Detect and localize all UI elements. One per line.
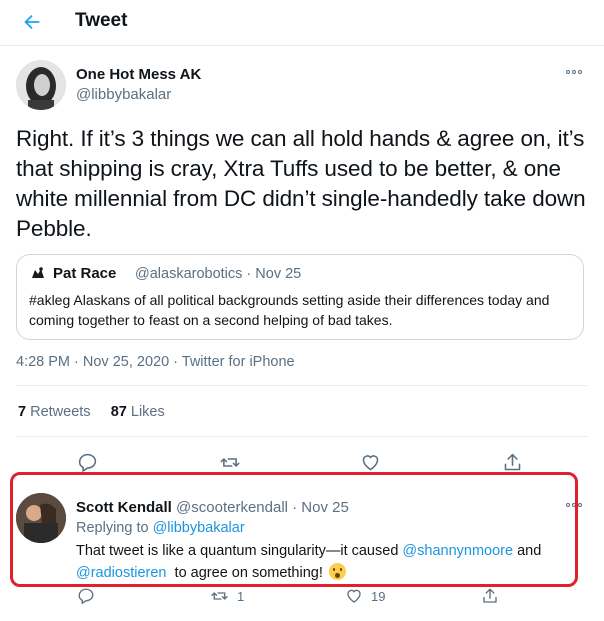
quoted-author-meta: @alaskarobotics · Nov 25: [135, 266, 302, 282]
page-title: Tweet: [75, 10, 128, 31]
share-icon: [504, 453, 521, 471]
reply-button[interactable]: [77, 587, 95, 605]
tweet-stats: 7 Retweets 87 Likes: [18, 404, 165, 420]
like-button[interactable]: 19: [345, 587, 385, 605]
reply-actions: 1 19: [0, 587, 604, 611]
like-count: 19: [371, 588, 386, 604]
highlight-annotation: [10, 472, 578, 587]
arrow-left-icon: [24, 14, 40, 30]
quoted-author-name: Pat Race: [53, 265, 117, 282]
retweet-count: 1: [237, 588, 245, 604]
share-icon: [483, 588, 497, 603]
share-button[interactable]: [481, 587, 499, 605]
heart-icon: [347, 589, 361, 603]
back-button[interactable]: [18, 8, 46, 36]
more-options-icon[interactable]: [566, 70, 582, 74]
like-button[interactable]: [360, 452, 381, 473]
author-name[interactable]: One Hot Mess AK: [76, 66, 201, 83]
tweet-timestamp[interactable]: 4:28 PM · Nov 25, 2020 · Twitter for iPh…: [16, 354, 295, 370]
reply-icon: [78, 453, 97, 473]
quoted-tweet[interactable]: Pat Race @alaskarobotics · Nov 25 #akleg…: [16, 254, 584, 340]
retweet-icon: [220, 458, 240, 467]
quoted-tweet-text: #akleg Alaskans of all political backgro…: [29, 292, 550, 328]
retweets-stat[interactable]: 7 Retweets: [18, 404, 91, 420]
author-handle[interactable]: @libbybakalar: [76, 86, 171, 103]
avatar: [29, 265, 47, 283]
reply-icon: [78, 588, 94, 605]
tweet-text: Right. If it’s 3 things we can all hold …: [16, 126, 586, 241]
reply-button[interactable]: [77, 452, 98, 473]
avatar[interactable]: [16, 60, 66, 110]
likes-stat[interactable]: 87 Likes: [111, 404, 165, 420]
retweet-button[interactable]: [219, 452, 241, 473]
share-button[interactable]: [502, 452, 523, 473]
retweet-button[interactable]: 1: [210, 587, 244, 605]
divider: [16, 385, 588, 386]
retweet-icon: [211, 592, 228, 600]
heart-icon: [362, 455, 379, 471]
divider: [16, 436, 588, 437]
page-header: Tweet: [0, 0, 604, 46]
